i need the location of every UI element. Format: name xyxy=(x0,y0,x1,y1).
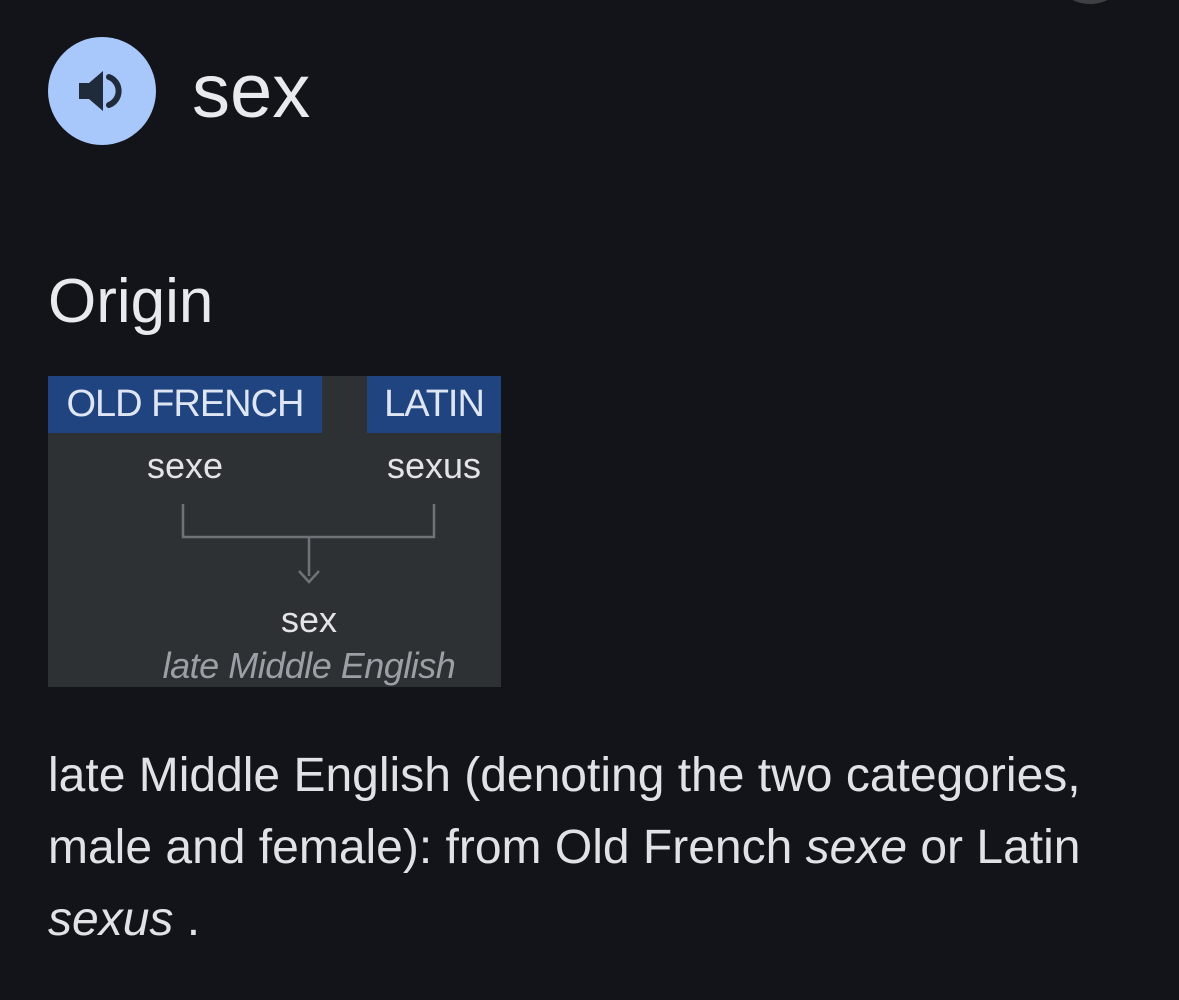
headword: sex xyxy=(192,49,311,134)
origin-text-part-3: . xyxy=(173,893,201,946)
etymology-diagram: OLD FRENCH LATIN sexe sexus sex late Mid… xyxy=(48,376,501,687)
dictionary-page: sex Origin OLD FRENCH LATIN sexe sexus s… xyxy=(0,0,1179,1000)
volume-icon xyxy=(79,71,122,111)
result-word: sex xyxy=(280,599,338,640)
origin-word-latin: sexus xyxy=(48,893,174,946)
origin-heading: Origin xyxy=(48,267,214,336)
result-period: late Middle English xyxy=(162,645,456,686)
partial-circle-icon xyxy=(1050,0,1130,4)
origin-word-old-french: sexe xyxy=(805,821,908,874)
origin-description: late Middle English (denoting the two ca… xyxy=(48,740,1148,956)
pronunciation-audio-button[interactable] xyxy=(48,37,156,145)
origin-text-part-2: or Latin xyxy=(907,821,1081,874)
